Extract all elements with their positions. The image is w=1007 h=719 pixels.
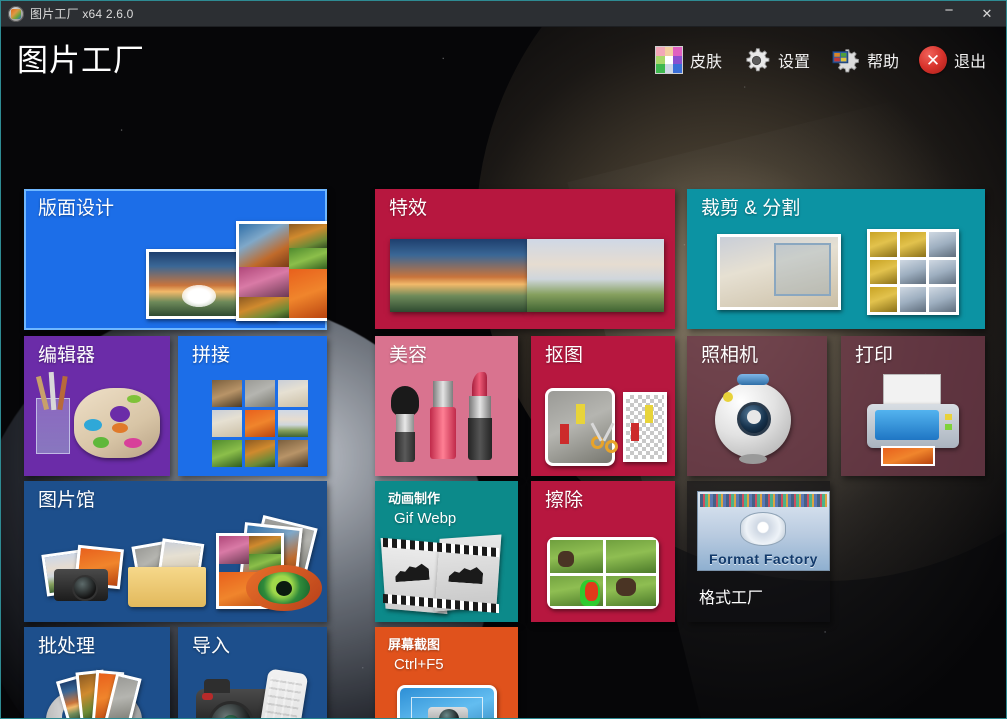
app-header: 图片工厂 皮肤 — [1, 27, 1006, 93]
tile-layout-design[interactable]: 版面设计 — [24, 189, 327, 330]
settings-button-label: 设置 — [778, 48, 810, 72]
skin-button[interactable]: 皮肤 — [655, 46, 722, 74]
tile-gallery[interactable]: 图片馆 — [24, 481, 327, 622]
tile-batch-title: 批处理 — [38, 636, 95, 658]
app-gear-icon — [8, 6, 24, 22]
eye-icon — [246, 565, 322, 611]
format-factory-banner: Format Factory — [697, 491, 830, 571]
format-factory-toolbar-strip — [700, 494, 827, 507]
tile-import-title: 导入 — [192, 636, 230, 658]
window-title: 图片工厂 x64 2.6.0 — [30, 5, 134, 22]
tile-editor[interactable]: 编辑器 — [24, 336, 170, 476]
tile-animation-title: 动画制作 Gif Webp — [388, 492, 456, 527]
tile-screenshot-shortcut: Ctrl+F5 — [388, 656, 444, 673]
tile-animation-subtitle: Gif Webp — [388, 510, 456, 527]
tile-editor-title: 编辑器 — [38, 345, 95, 367]
tile-gallery-title: 图片馆 — [38, 490, 95, 512]
tile-camera-title: 照相机 — [701, 345, 758, 367]
cutout-result — [623, 392, 667, 462]
tile-screenshot[interactable]: 屏幕截图 Ctrl+F5 — [375, 627, 518, 719]
cutout-source — [545, 388, 615, 466]
format-factory-disc-icon — [740, 512, 786, 546]
split-preview — [867, 229, 959, 315]
settings-button[interactable]: 设置 — [742, 46, 810, 75]
gear-icon — [742, 46, 771, 75]
tile-import[interactable]: 导入 — [178, 627, 327, 719]
tile-animation-title-main: 动画制作 — [388, 491, 440, 506]
tile-erase-title: 擦除 — [545, 490, 583, 512]
crop-preview — [717, 234, 841, 310]
exit-button-label: 退出 — [954, 48, 986, 72]
tile-beauty-title: 美容 — [389, 345, 427, 367]
help-gear-icon — [830, 46, 860, 74]
tile-erase[interactable]: 擦除 — [531, 481, 675, 622]
title-bar: 图片工厂 x64 2.6.0 − ✕ — [1, 1, 1006, 27]
tile-crop-split[interactable]: 裁剪 & 分割 — [687, 189, 985, 329]
app-logo-text: 图片工厂 — [17, 45, 145, 76]
tile-screenshot-title: 屏幕截图 Ctrl+F5 — [388, 638, 444, 673]
tile-stitch[interactable]: 拼接 — [178, 336, 327, 476]
tile-layout-design-title: 版面设计 — [38, 198, 114, 220]
help-button[interactable]: 帮助 — [830, 46, 899, 74]
stitch-grid — [212, 380, 308, 467]
exit-circle-icon: ✕ — [919, 46, 947, 74]
help-button-label: 帮助 — [867, 48, 899, 72]
tile-crop-split-title: 裁剪 & 分割 — [701, 198, 800, 220]
tile-effects[interactable]: 特效 — [375, 189, 675, 329]
tile-cutout[interactable]: 抠图 — [531, 336, 675, 476]
effects-preview-before — [390, 239, 527, 312]
skin-button-label: 皮肤 — [690, 48, 722, 72]
close-button[interactable]: ✕ — [968, 1, 1006, 26]
format-factory-banner-text: Format Factory — [698, 551, 829, 567]
tile-beauty[interactable]: 美容 — [375, 336, 518, 476]
tile-animation[interactable]: 动画制作 Gif Webp — [375, 481, 518, 622]
palette-swatch-icon — [655, 46, 683, 74]
tile-stitch-title: 拼接 — [192, 345, 230, 367]
minimize-button[interactable]: − — [930, 1, 968, 26]
format-factory-label: 格式工厂 — [699, 584, 763, 608]
tile-cutout-title: 抠图 — [545, 345, 583, 367]
app-window: 图片工厂 x64 2.6.0 − ✕ 图片工厂 皮肤 — [0, 0, 1007, 719]
tile-print-title: 打印 — [855, 345, 893, 367]
tile-camera[interactable]: 照相机 — [687, 336, 827, 476]
tile-format-factory[interactable]: Format Factory 格式工厂 — [687, 481, 830, 622]
palette-icon — [74, 388, 160, 458]
tile-batch[interactable]: 批处理 — [24, 627, 170, 719]
header-buttons: 皮肤 设置 — [655, 46, 992, 75]
exit-button[interactable]: ✕ 退出 — [919, 46, 986, 74]
screenshot-preview — [397, 685, 497, 719]
erase-preview — [547, 537, 659, 609]
tile-print[interactable]: 打印 — [841, 336, 985, 476]
effects-preview-after — [527, 239, 664, 312]
tile-screenshot-title-main: 屏幕截图 — [388, 637, 440, 652]
collage-thumb-b — [236, 221, 327, 321]
tile-effects-title: 特效 — [389, 198, 427, 220]
